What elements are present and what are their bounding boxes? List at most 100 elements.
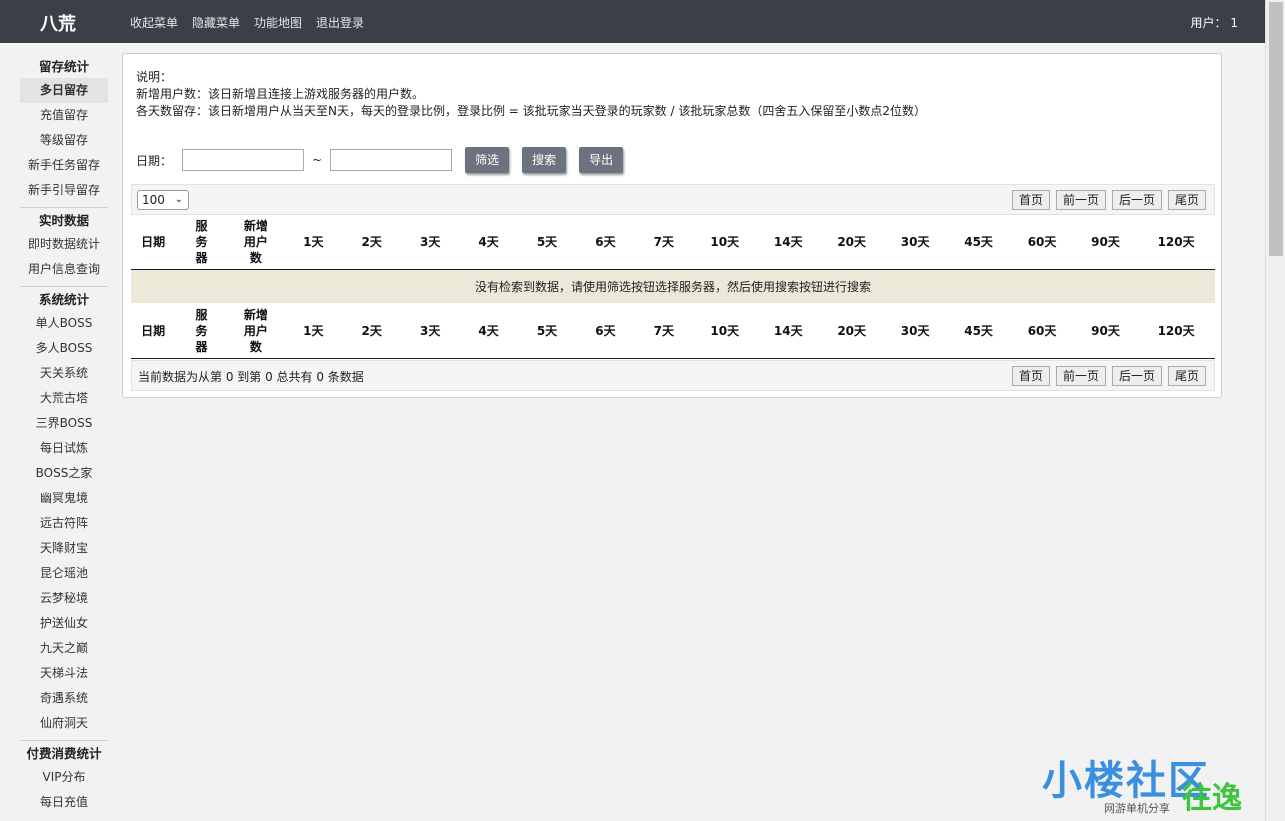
column-header[interactable]: 3天: [400, 304, 460, 359]
pager-top: 首页 前一页 后一页 尾页: [1011, 190, 1206, 210]
retention-table: 日期服 务 器新增 用户 数 1天 2天 3天 4天 5天 6天 7天 10天 14天 20天 30天…: [131, 215, 1215, 303]
prev-page-button[interactable]: 前一页: [1055, 366, 1106, 386]
column-header[interactable]: 7天: [634, 215, 694, 270]
sidebar-item[interactable]: 即时数据统计: [20, 232, 108, 257]
next-page-button[interactable]: 后一页: [1111, 366, 1162, 386]
first-page-button[interactable]: 首页: [1011, 366, 1050, 386]
sidebar-item[interactable]: BOSS之家: [20, 461, 108, 486]
user-label: 用户：: [1190, 16, 1227, 30]
column-header[interactable]: 4天: [459, 215, 518, 270]
column-header[interactable]: 新增 用户 数: [227, 304, 285, 359]
column-header[interactable]: 日期: [131, 304, 176, 359]
column-header[interactable]: 2天: [342, 304, 401, 359]
sidebar-item[interactable]: VIP分布: [20, 765, 108, 790]
column-header[interactable]: 6天: [576, 215, 635, 270]
page-scrollbar[interactable]: [1265, 0, 1285, 821]
column-header[interactable]: 7天: [634, 304, 694, 359]
top-bar: 八荒 收起菜单 隐藏菜单 功能地图 退出登录 用户： 1: [0, 0, 1265, 43]
sidebar-item[interactable]: 多日留存: [20, 78, 108, 103]
sidebar-item[interactable]: 云梦秘境: [20, 586, 108, 611]
sidebar-item[interactable]: 远古符阵: [20, 511, 108, 536]
start-date-input[interactable]: [182, 149, 305, 171]
sidebar-item[interactable]: 单人BOSS: [20, 311, 108, 336]
column-header[interactable]: 14天: [756, 215, 820, 270]
last-page-button[interactable]: 尾页: [1167, 366, 1206, 386]
column-header[interactable]: 5天: [517, 215, 577, 270]
column-header[interactable]: 新增 用户 数: [227, 215, 285, 270]
column-header[interactable]: 1天: [284, 304, 343, 359]
column-header[interactable]: 14天: [756, 304, 820, 359]
sidebar-item[interactable]: 充值留存: [20, 103, 108, 128]
column-header[interactable]: 45天: [946, 215, 1011, 270]
sidebar-item[interactable]: 仙府洞天: [20, 711, 108, 736]
hide-menu-link[interactable]: 隐藏菜单: [192, 14, 240, 31]
column-header[interactable]: 4天: [459, 304, 518, 359]
sidebar-item[interactable]: 多人BOSS: [20, 336, 108, 361]
page-size-select[interactable]: 100 ⌄: [137, 190, 189, 210]
sidebar-item[interactable]: 九天之巅: [20, 636, 108, 661]
column-header[interactable]: 5天: [517, 304, 577, 359]
description: 说明： 新增用户数：该日新增且连接上游戏服务器的用户数。 各天数留存：该日新增用…: [136, 69, 926, 120]
column-header[interactable]: 30天: [883, 215, 947, 270]
column-header[interactable]: 日期: [131, 215, 176, 270]
column-header[interactable]: 1天: [284, 215, 343, 270]
column-header[interactable]: 10天: [693, 215, 757, 270]
sidebar-item[interactable]: 等级留存: [20, 128, 108, 153]
search-button[interactable]: 搜索: [522, 147, 567, 173]
column-header[interactable]: 服 务 器: [175, 215, 228, 270]
sidebar-group-title: 付费消费统计: [26, 746, 102, 761]
sidebar-item[interactable]: 用户信息查询: [20, 257, 108, 282]
prev-page-button[interactable]: 前一页: [1055, 190, 1106, 210]
sidebar-item[interactable]: 大荒古塔: [20, 386, 108, 411]
logout-link[interactable]: 退出登录: [316, 14, 364, 31]
column-header[interactable]: 90天: [1073, 304, 1138, 359]
date-label: 日期：: [136, 153, 173, 168]
sidebar-item[interactable]: 每日试炼: [20, 436, 108, 461]
watermark-green: 往逸: [1182, 781, 1242, 816]
sidebar-item[interactable]: 天降财宝: [20, 536, 108, 561]
sidebar-item[interactable]: 三界BOSS: [20, 411, 108, 436]
column-header[interactable]: 20天: [819, 304, 884, 359]
column-header[interactable]: 3天: [400, 215, 460, 270]
sidebar-item[interactable]: 新手引导留存: [20, 178, 108, 203]
column-header[interactable]: 120天: [1137, 215, 1215, 270]
scrollbar-thumb[interactable]: [1269, 2, 1283, 256]
first-page-button[interactable]: 首页: [1011, 190, 1050, 210]
sidebar-item[interactable]: 天梯斗法: [20, 661, 108, 686]
sidebar-item[interactable]: 奇遇系统: [20, 686, 108, 711]
column-header[interactable]: 服 务 器: [175, 304, 228, 359]
sidebar-group-title: 留存统计: [38, 59, 89, 74]
table-toolbar-top: 100 ⌄ 首页 前一页 后一页 尾页: [131, 184, 1215, 215]
last-page-button[interactable]: 尾页: [1167, 190, 1206, 210]
sidebar: 留存统计 多日留存 充值留存 等级留存 新手任务留存 新手引导留存 实时数据 即时数据统计 用户…: [20, 56, 108, 815]
column-header[interactable]: 90天: [1073, 215, 1138, 270]
export-button[interactable]: 导出: [579, 147, 624, 173]
table-info: 当前数据为从第 0 到第 0 总共有 0 条数据: [138, 370, 364, 384]
sidebar-item[interactable]: 幽冥鬼境: [20, 486, 108, 511]
column-header[interactable]: 120天: [1137, 304, 1215, 359]
watermark-logo: 小楼社区 往逸 网游单机分享: [1042, 748, 1272, 818]
column-header[interactable]: 10天: [693, 304, 757, 359]
sidebar-item[interactable]: 护送仙女: [20, 611, 108, 636]
sidebar-divider: [20, 207, 108, 208]
column-header[interactable]: 45天: [946, 304, 1011, 359]
column-header[interactable]: 20天: [819, 215, 884, 270]
column-header[interactable]: 60天: [1010, 304, 1074, 359]
pager-bottom: 首页 前一页 后一页 尾页: [1011, 366, 1206, 386]
collapse-menu-link[interactable]: 收起菜单: [130, 14, 178, 31]
sidebar-item[interactable]: 每日充值: [20, 790, 108, 815]
next-page-button[interactable]: 后一页: [1111, 190, 1162, 210]
column-header[interactable]: 2天: [342, 215, 401, 270]
sidebar-item[interactable]: 昆仑瑶池: [20, 561, 108, 586]
app-brand: 八荒: [40, 14, 76, 35]
description-heading: 说明：: [136, 70, 173, 84]
end-date-input[interactable]: [330, 149, 453, 171]
column-header[interactable]: 30天: [883, 304, 947, 359]
filter-button[interactable]: 筛选: [465, 147, 510, 173]
table-toolbar-bottom: 当前数据为从第 0 到第 0 总共有 0 条数据 首页 前一页 后一页 尾页: [131, 360, 1215, 391]
function-map-link[interactable]: 功能地图: [254, 14, 302, 31]
column-header[interactable]: 60天: [1010, 215, 1074, 270]
sidebar-item[interactable]: 新手任务留存: [20, 153, 108, 178]
sidebar-item[interactable]: 天关系统: [20, 361, 108, 386]
column-header[interactable]: 6天: [576, 304, 635, 359]
